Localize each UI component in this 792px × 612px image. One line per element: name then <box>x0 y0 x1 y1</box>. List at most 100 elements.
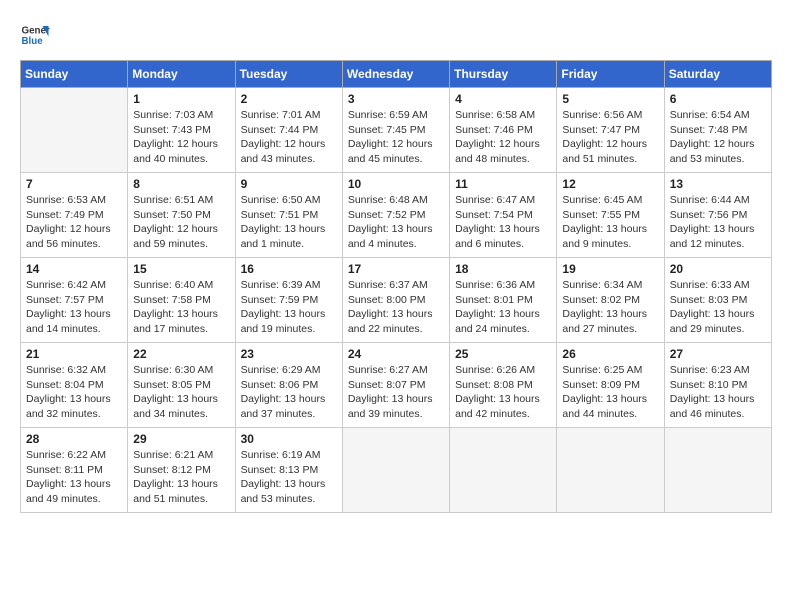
day-number: 24 <box>348 347 444 361</box>
calendar-cell: 7Sunrise: 6:53 AMSunset: 7:49 PMDaylight… <box>21 173 128 258</box>
calendar-cell: 26 Sunrise: 6:25 AMSunset: 8:09 PMDayligh… <box>557 343 664 428</box>
week-row-5: 28 Sunrise: 6:22 AMSunset: 8:11 PMDayligh… <box>21 428 772 513</box>
week-row-3: 14 Sunrise: 6:42 AMSunset: 7:57 PMDayligh… <box>21 258 772 343</box>
day-info: Sunrise: 6:21 AMSunset: 8:12 PMDaylight:… <box>133 448 229 507</box>
day-info: Sunrise: 6:39 AMSunset: 7:59 PMDaylight:… <box>241 278 337 337</box>
day-info: Sunrise: 6:29 AMSunset: 8:06 PMDaylight:… <box>241 363 337 422</box>
logo: General Blue <box>20 20 50 50</box>
calendar-cell: 14 Sunrise: 6:42 AMSunset: 7:57 PMDayligh… <box>21 258 128 343</box>
day-number: 29 <box>133 432 229 446</box>
calendar-cell: 19 Sunrise: 6:34 AMSunset: 8:02 PMDayligh… <box>557 258 664 343</box>
day-number: 28 <box>26 432 122 446</box>
day-info: Sunrise: 6:30 AMSunset: 8:05 PMDaylight:… <box>133 363 229 422</box>
calendar-cell: 8 Sunrise: 6:51 AMSunset: 7:50 PMDaylight… <box>128 173 235 258</box>
calendar-cell: 21Sunrise: 6:32 AMSunset: 8:04 PMDayligh… <box>21 343 128 428</box>
day-header-sunday: Sunday <box>21 61 128 88</box>
day-info: Sunrise: 6:34 AMSunset: 8:02 PMDaylight:… <box>562 278 658 337</box>
calendar-cell: 3 Sunrise: 6:59 AMSunset: 7:45 PMDaylight… <box>342 88 449 173</box>
calendar-table: SundayMondayTuesdayWednesdayThursdayFrid… <box>20 60 772 513</box>
day-info: Sunrise: 6:32 AMSunset: 8:04 PMDaylight:… <box>26 363 122 422</box>
calendar-cell: 1 Sunrise: 7:03 AMSunset: 7:43 PMDaylight… <box>128 88 235 173</box>
day-info: Sunrise: 6:48 AMSunset: 7:52 PMDaylight:… <box>348 193 444 252</box>
calendar-cell <box>21 88 128 173</box>
week-row-1: 1 Sunrise: 7:03 AMSunset: 7:43 PMDaylight… <box>21 88 772 173</box>
calendar-cell: 29 Sunrise: 6:21 AMSunset: 8:12 PMDayligh… <box>128 428 235 513</box>
day-info: Sunrise: 6:33 AMSunset: 8:03 PMDaylight:… <box>670 278 766 337</box>
day-number: 3 <box>348 92 444 106</box>
day-info: Sunrise: 6:37 AMSunset: 8:00 PMDaylight:… <box>348 278 444 337</box>
day-number: 6 <box>670 92 766 106</box>
day-header-monday: Monday <box>128 61 235 88</box>
calendar-cell: 18Sunrise: 6:36 AMSunset: 8:01 PMDayligh… <box>450 258 557 343</box>
calendar-cell: 2 Sunrise: 7:01 AMSunset: 7:44 PMDaylight… <box>235 88 342 173</box>
week-row-4: 21Sunrise: 6:32 AMSunset: 8:04 PMDayligh… <box>21 343 772 428</box>
day-number: 30 <box>241 432 337 446</box>
calendar-cell: 5 Sunrise: 6:56 AMSunset: 7:47 PMDaylight… <box>557 88 664 173</box>
day-info: Sunrise: 6:51 AMSunset: 7:50 PMDaylight:… <box>133 193 229 252</box>
calendar-header-row: SundayMondayTuesdayWednesdayThursdayFrid… <box>21 61 772 88</box>
day-info: Sunrise: 7:01 AMSunset: 7:44 PMDaylight:… <box>241 108 337 167</box>
calendar-cell: 6 Sunrise: 6:54 AMSunset: 7:48 PMDaylight… <box>664 88 771 173</box>
day-info: Sunrise: 6:19 AMSunset: 8:13 PMDaylight:… <box>241 448 337 507</box>
day-info: Sunrise: 6:25 AMSunset: 8:09 PMDaylight:… <box>562 363 658 422</box>
day-info: Sunrise: 6:42 AMSunset: 7:57 PMDaylight:… <box>26 278 122 337</box>
calendar-cell: 23Sunrise: 6:29 AMSunset: 8:06 PMDayligh… <box>235 343 342 428</box>
day-info: Sunrise: 6:23 AMSunset: 8:10 PMDaylight:… <box>670 363 766 422</box>
calendar-cell: 12 Sunrise: 6:45 AMSunset: 7:55 PMDayligh… <box>557 173 664 258</box>
day-number: 27 <box>670 347 766 361</box>
day-info: Sunrise: 6:59 AMSunset: 7:45 PMDaylight:… <box>348 108 444 167</box>
day-info: Sunrise: 6:22 AMSunset: 8:11 PMDaylight:… <box>26 448 122 507</box>
calendar-cell: 16Sunrise: 6:39 AMSunset: 7:59 PMDayligh… <box>235 258 342 343</box>
page-header: General Blue <box>20 20 772 50</box>
day-info: Sunrise: 6:40 AMSunset: 7:58 PMDaylight:… <box>133 278 229 337</box>
day-number: 2 <box>241 92 337 106</box>
calendar-cell <box>450 428 557 513</box>
calendar-cell: 4 Sunrise: 6:58 AMSunset: 7:46 PMDaylight… <box>450 88 557 173</box>
day-header-thursday: Thursday <box>450 61 557 88</box>
day-number: 11 <box>455 177 551 191</box>
calendar-cell: 25 Sunrise: 6:26 AMSunset: 8:08 PMDayligh… <box>450 343 557 428</box>
day-info: Sunrise: 6:47 AMSunset: 7:54 PMDaylight:… <box>455 193 551 252</box>
day-number: 1 <box>133 92 229 106</box>
calendar-cell: 20Sunrise: 6:33 AMSunset: 8:03 PMDayligh… <box>664 258 771 343</box>
calendar-cell: 28 Sunrise: 6:22 AMSunset: 8:11 PMDayligh… <box>21 428 128 513</box>
day-number: 14 <box>26 262 122 276</box>
logo-icon: General Blue <box>20 20 50 50</box>
day-info: Sunrise: 6:26 AMSunset: 8:08 PMDaylight:… <box>455 363 551 422</box>
day-number: 12 <box>562 177 658 191</box>
day-header-tuesday: Tuesday <box>235 61 342 88</box>
day-number: 9 <box>241 177 337 191</box>
day-info: Sunrise: 6:50 AMSunset: 7:51 PMDaylight:… <box>241 193 337 252</box>
day-number: 4 <box>455 92 551 106</box>
day-info: Sunrise: 6:54 AMSunset: 7:48 PMDaylight:… <box>670 108 766 167</box>
calendar-cell: 13Sunrise: 6:44 AMSunset: 7:56 PMDayligh… <box>664 173 771 258</box>
day-number: 5 <box>562 92 658 106</box>
day-info: Sunrise: 6:45 AMSunset: 7:55 PMDaylight:… <box>562 193 658 252</box>
day-number: 25 <box>455 347 551 361</box>
calendar-cell: 22 Sunrise: 6:30 AMSunset: 8:05 PMDayligh… <box>128 343 235 428</box>
day-number: 22 <box>133 347 229 361</box>
day-header-wednesday: Wednesday <box>342 61 449 88</box>
calendar-cell: 10 Sunrise: 6:48 AMSunset: 7:52 PMDayligh… <box>342 173 449 258</box>
day-header-saturday: Saturday <box>664 61 771 88</box>
day-header-friday: Friday <box>557 61 664 88</box>
calendar-cell: 27 Sunrise: 6:23 AMSunset: 8:10 PMDayligh… <box>664 343 771 428</box>
day-number: 15 <box>133 262 229 276</box>
week-row-2: 7Sunrise: 6:53 AMSunset: 7:49 PMDaylight… <box>21 173 772 258</box>
day-number: 19 <box>562 262 658 276</box>
day-number: 10 <box>348 177 444 191</box>
calendar-cell: 9 Sunrise: 6:50 AMSunset: 7:51 PMDaylight… <box>235 173 342 258</box>
svg-text:Blue: Blue <box>22 36 44 47</box>
calendar-cell: 24Sunrise: 6:27 AMSunset: 8:07 PMDayligh… <box>342 343 449 428</box>
day-number: 26 <box>562 347 658 361</box>
day-info: Sunrise: 7:03 AMSunset: 7:43 PMDaylight:… <box>133 108 229 167</box>
day-number: 18 <box>455 262 551 276</box>
calendar-cell <box>664 428 771 513</box>
calendar-cell: 30 Sunrise: 6:19 AMSunset: 8:13 PMDayligh… <box>235 428 342 513</box>
day-info: Sunrise: 6:56 AMSunset: 7:47 PMDaylight:… <box>562 108 658 167</box>
calendar-cell <box>342 428 449 513</box>
day-number: 8 <box>133 177 229 191</box>
day-info: Sunrise: 6:53 AMSunset: 7:49 PMDaylight:… <box>26 193 122 252</box>
day-info: Sunrise: 6:58 AMSunset: 7:46 PMDaylight:… <box>455 108 551 167</box>
day-number: 17 <box>348 262 444 276</box>
